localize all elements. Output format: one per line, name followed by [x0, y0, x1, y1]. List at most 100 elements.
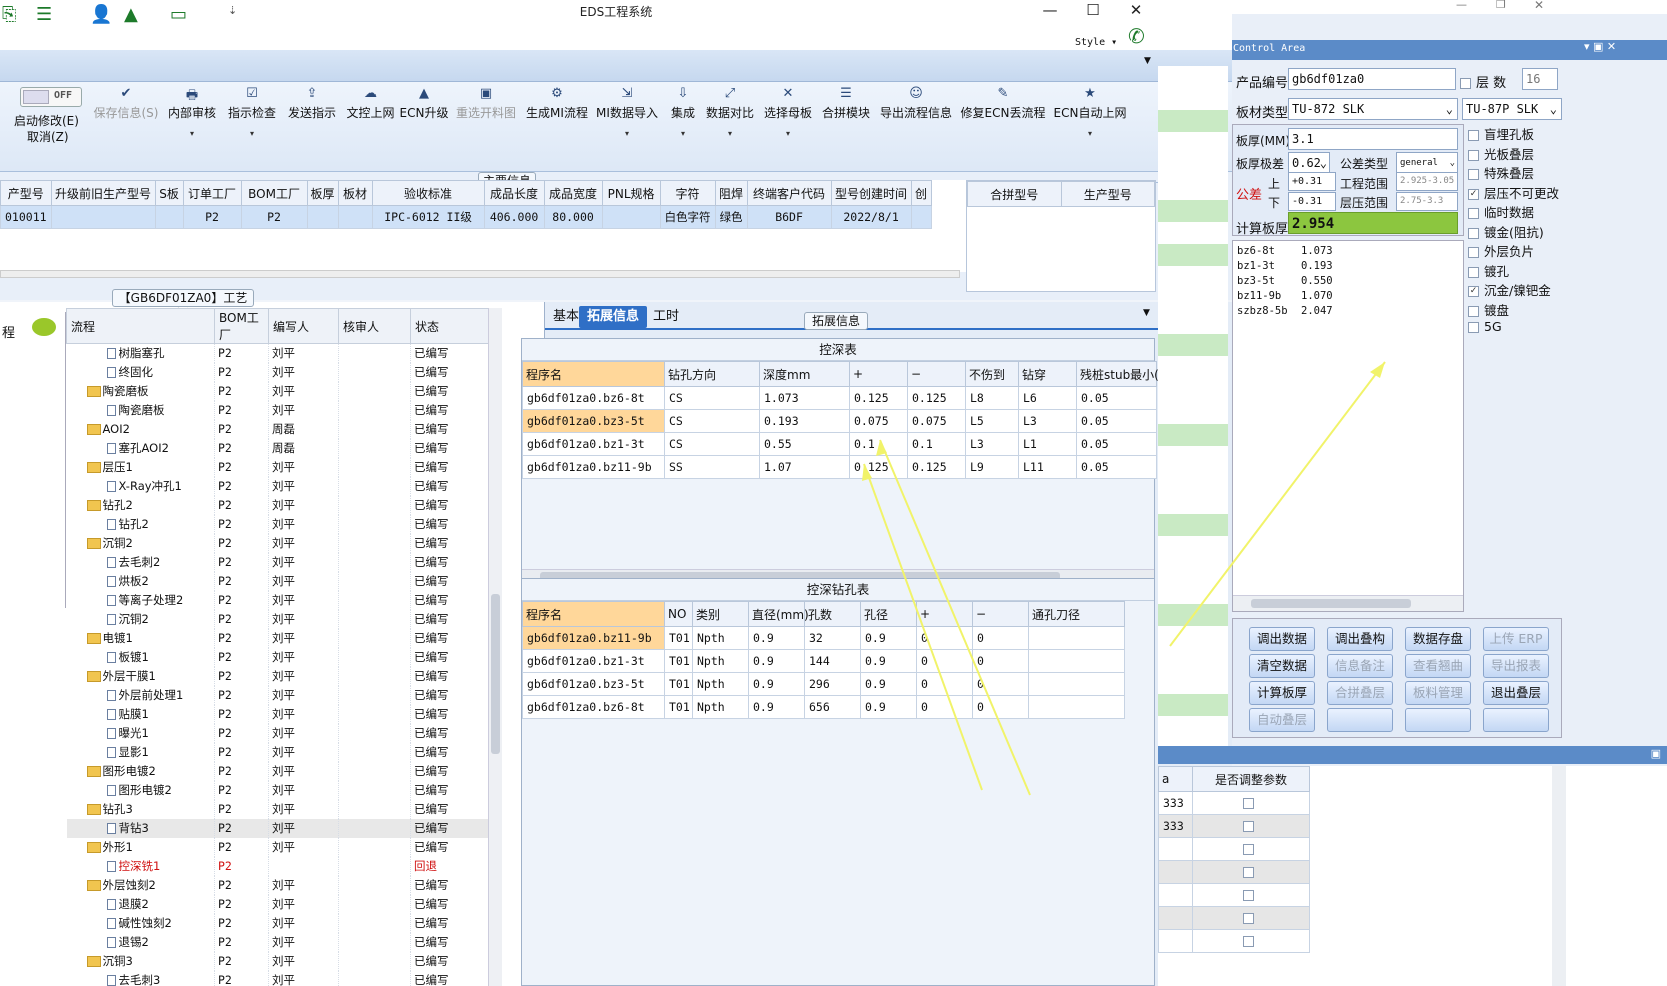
list-icon[interactable]: ☰	[36, 4, 62, 26]
off-toggle[interactable]: OFF	[20, 87, 82, 107]
table-row[interactable]	[1158, 837, 1310, 861]
action-button[interactable]	[1405, 708, 1471, 732]
pin-icon[interactable]: ▾ ▣ ✕	[1584, 40, 1616, 53]
table-row[interactable]: gb6df01za0.bz1-3t T01 Npth 0.9 144 0.9 0 0	[522, 649, 1125, 673]
flow-row[interactable]: 退锡2 P2 刘平 已编写	[66, 932, 490, 952]
checkbox-icon[interactable]	[1468, 305, 1479, 317]
ribbon-button[interactable]: 🖶 内部审核 ▾	[162, 86, 222, 166]
checkbox-icon[interactable]	[1468, 208, 1479, 219]
column-header[interactable]: 不伤到	[965, 361, 1019, 387]
comment-icon[interactable]	[32, 318, 56, 336]
flow-row[interactable]: 钻孔3 P2 刘平 已编写	[66, 799, 490, 819]
column-header[interactable]: 验收标准	[371, 180, 485, 206]
flow-row[interactable]: 陶瓷磨板 P2 刘平 已编写	[66, 400, 490, 420]
ribbon-button[interactable]: ⇪ 发送指示	[282, 86, 342, 166]
ribbon-button[interactable]: ✎ 修复ECN丢流程	[959, 86, 1047, 166]
table-row[interactable]: gb6df01za0.bz6-8t CS 1.073 0.125 0.125 L8 L6 0.…	[522, 386, 1157, 410]
column-header[interactable]: 程序名	[522, 361, 665, 387]
ribbon-button[interactable]: ☁ 文控上网	[343, 86, 398, 166]
flow-row[interactable]: X-Ray冲孔1 P2 刘平 已编写	[66, 476, 490, 496]
table-cell[interactable]: P2	[240, 205, 308, 229]
flow-row[interactable]: 钻孔2 P2 刘平 已编写	[66, 514, 490, 534]
action-button[interactable]: 自动叠层	[1249, 708, 1315, 732]
stack-row[interactable]: bz1-3t 0.193	[1237, 258, 1333, 273]
checkbox-icon[interactable]	[1243, 798, 1254, 809]
stack-row[interactable]: bz11-9b 1.070	[1237, 288, 1333, 303]
option-checkbox[interactable]: 镀金(阻抗)	[1468, 222, 1564, 242]
product-field[interactable]: gb6df01za0	[1288, 68, 1456, 90]
cancel-button[interactable]: 取消(Z)	[27, 128, 69, 145]
table-cell[interactable]: 406.000	[483, 205, 545, 229]
column-header[interactable]: 流程	[66, 308, 215, 344]
checkbox-icon[interactable]	[1468, 149, 1479, 161]
column-header[interactable]: 阻焊	[714, 180, 748, 206]
checkbox-icon[interactable]	[1468, 266, 1479, 278]
checkbox-icon[interactable]	[1243, 890, 1254, 901]
ribbon-button[interactable]: ▣ 重选开料图	[452, 86, 520, 166]
column-header[interactable]: S板	[154, 180, 184, 206]
table-row[interactable]: gb6df01za0.bz3-5t CS 0.193 0.075 0.075 L5 L3 0.…	[522, 409, 1157, 433]
column-header[interactable]: 创	[910, 180, 932, 206]
action-button[interactable]: 上传 ERP	[1483, 627, 1549, 651]
table-row[interactable]: gb6df01za0.bz11-9b SS 1.07 0.125 0.125 L9 L11 0…	[522, 455, 1157, 479]
flow-row[interactable]: 板镀1 P2 刘平 已编写	[66, 647, 490, 667]
ribbon-button[interactable]: ⇲ MI数据导入 ▾	[592, 86, 662, 166]
table-cell[interactable]: 白色字符	[659, 205, 716, 229]
stack-row[interactable]: bz6-8t 1.073	[1237, 243, 1333, 258]
style-dropdown[interactable]: Style ▾	[1075, 37, 1117, 48]
ribbon-button[interactable]: ★ ECN自动上网 ▾	[1048, 86, 1132, 166]
clipboard-icon[interactable]: ⎘	[2, 4, 28, 26]
table-row[interactable]: gb6df01za0.bz3-5t T01 Npth 0.9 296 0.9 0 0	[522, 672, 1125, 696]
flow-row[interactable]: 烘板2 P2 刘平 已编写	[66, 571, 490, 591]
action-button[interactable]: 导出报表	[1483, 654, 1549, 678]
column-header[interactable]: BOM工厂	[240, 180, 308, 206]
column-header[interactable]: 通孔刀径	[1028, 601, 1125, 627]
column-header[interactable]: 状态	[410, 308, 490, 344]
option-checkbox[interactable]: 特殊叠层	[1468, 163, 1564, 183]
ribbon-button[interactable]: ⤢ 数据对比 ▾	[702, 86, 758, 166]
layers-field[interactable]: 16	[1522, 68, 1558, 90]
checkbox-icon[interactable]	[1243, 821, 1254, 832]
table-cell[interactable]	[601, 205, 661, 229]
option-checkbox[interactable]: 外层负片	[1468, 241, 1564, 261]
minimize-button[interactable]: —	[1456, 0, 1467, 11]
option-checkbox[interactable]: 临时数据	[1468, 202, 1564, 222]
ribbon-button[interactable]: ✔ 保存信息(S)	[92, 86, 160, 166]
checkbox-icon[interactable]	[1243, 844, 1254, 855]
enable-modify-button[interactable]: 启动修改(E)	[14, 112, 79, 129]
action-button[interactable]: 查看翘曲	[1405, 654, 1471, 678]
flow-row[interactable]: 陶瓷磨板 P2 刘平 已编写	[66, 381, 490, 401]
column-header[interactable]: 孔数	[804, 601, 861, 627]
column-header[interactable]: 孔径	[860, 601, 917, 627]
checkbox-icon[interactable]: ✓	[1468, 188, 1479, 200]
table-cell[interactable]: B6DF	[746, 205, 832, 229]
column-header[interactable]: PNL规格	[601, 180, 661, 206]
action-button[interactable]	[1483, 708, 1549, 732]
flow-row[interactable]: 图形电镀2 P2 刘平 已编写	[66, 780, 490, 800]
dropdown-arrow-icon[interactable]: ▾	[222, 129, 282, 138]
close-button[interactable]: ✕	[1116, 1, 1156, 23]
restore-button[interactable]: ❐	[1496, 0, 1506, 11]
table-row[interactable]: gb6df01za0.bz11-9b T01 Npth 0.9 32 0.9 0 0	[522, 626, 1125, 650]
table-cell[interactable]	[337, 205, 373, 229]
table-cell[interactable]: IPC-6012 II级	[371, 205, 485, 229]
action-button[interactable]: 退出叠层	[1483, 681, 1549, 705]
action-button[interactable]: 计算板厚	[1249, 681, 1315, 705]
checkbox-icon[interactable]	[1468, 130, 1479, 141]
flow-row[interactable]: 沉铜3 P2 刘平 已编写	[66, 951, 490, 971]
flow-row[interactable]: 外形1 P2 刘平 已编写	[66, 837, 490, 857]
lower-tolerance-field[interactable]: -0.31	[1288, 192, 1336, 211]
ribbon-button[interactable]: ⚙ 生成MI流程	[522, 86, 592, 166]
column-header[interactable]: 类别	[692, 601, 749, 627]
action-button[interactable]	[1327, 708, 1393, 732]
dropdown-arrow-icon[interactable]: ▾	[759, 129, 817, 138]
engineering-range-field[interactable]: 2.925-3.05	[1396, 172, 1458, 191]
press-range-field[interactable]: 2.75-3.3	[1396, 192, 1458, 211]
column-header[interactable]: +	[849, 361, 908, 387]
table-cell[interactable]: 2022/8/1	[830, 205, 912, 229]
user-icon[interactable]: 👤	[90, 4, 116, 26]
ribbon-button[interactable]: ✕ 选择母板 ▾	[759, 86, 817, 166]
flow-row[interactable]: 曝光1 P2 刘平 已编写	[66, 723, 490, 743]
column-header[interactable]: 产型号	[0, 180, 52, 206]
stack-scrollbar[interactable]	[1233, 595, 1463, 611]
